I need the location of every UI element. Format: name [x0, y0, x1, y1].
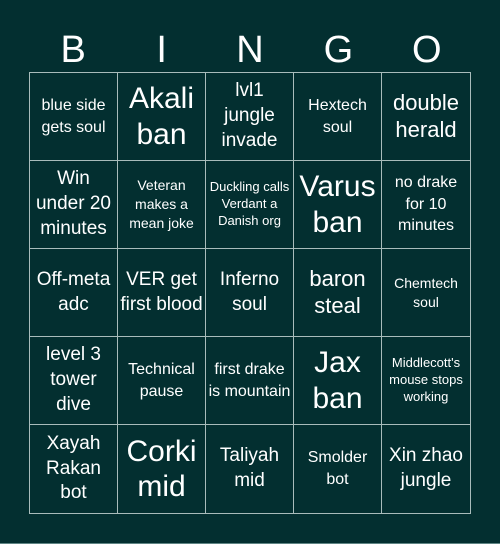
bingo-cell[interactable]: Veteran makes a mean joke: [118, 161, 206, 249]
cell-text: Chemtech soul: [394, 274, 458, 310]
cell-text: Veteran makes a mean joke: [129, 177, 194, 231]
cell-text: blue side gets soul: [41, 96, 106, 136]
cell-text: Inferno soul: [219, 268, 280, 315]
cell-text: Hextech soul: [308, 96, 367, 136]
header-letter-n: N: [236, 29, 264, 71]
cell-text: no drake for 10 minutes: [394, 174, 458, 235]
cell-text: Smolder bot: [307, 449, 368, 488]
bingo-cell[interactable]: Xin zhao jungle: [382, 425, 470, 513]
bingo-cell[interactable]: Varus ban: [294, 161, 382, 249]
bingo-cell[interactable]: baron steal: [294, 249, 382, 337]
bingo-cell[interactable]: Corki mid: [118, 425, 206, 513]
bingo-cell[interactable]: level 3 tower dive: [30, 337, 118, 425]
bingo-cell[interactable]: Technical pause: [118, 337, 206, 425]
cell-text: Corki mid: [126, 434, 197, 503]
bingo-cell[interactable]: Middlecott's mouse stops working: [382, 337, 470, 425]
bingo-cell[interactable]: Win under 20 minutes: [30, 161, 118, 249]
cell-text: double herald: [392, 90, 460, 142]
bingo-cell[interactable]: no drake for 10 minutes: [382, 161, 470, 249]
bingo-cell[interactable]: VER get first blood: [118, 249, 206, 337]
cell-text: Win under 20 minutes: [35, 168, 111, 239]
cell-text: Akali ban: [128, 82, 195, 151]
cell-text: Duckling calls Verdant a Danish org: [209, 179, 290, 228]
bingo-cell[interactable]: Chemtech soul: [382, 249, 470, 337]
bingo-cell[interactable]: Hextech soul: [294, 73, 382, 161]
cell-text: Middlecott's mouse stops working: [389, 355, 463, 404]
bingo-cell[interactable]: Smolder bot: [294, 425, 382, 513]
cell-text: Varus ban: [299, 170, 376, 239]
cell-text: lvl1 jungle invade: [221, 80, 278, 151]
cell-text: Off-meta adc: [36, 268, 111, 315]
bingo-cell[interactable]: Duckling calls Verdant a Danish org: [206, 161, 294, 249]
bingo-cell[interactable]: Inferno soul: [206, 249, 294, 337]
header-letter-g: G: [323, 29, 354, 71]
bingo-cell[interactable]: Off-meta adc: [30, 249, 118, 337]
bingo-cell[interactable]: Taliyah mid: [206, 425, 294, 513]
cell-text: Technical pause: [128, 360, 195, 400]
bingo-cell[interactable]: blue side gets soul: [30, 73, 118, 161]
bingo-cell[interactable]: lvl1 jungle invade: [206, 73, 294, 161]
cell-text: level 3 tower dive: [46, 344, 101, 415]
bingo-cell[interactable]: Akali ban: [118, 73, 206, 161]
cell-text: first drake is mountain: [208, 360, 291, 400]
header-letter-b: B: [60, 29, 86, 71]
bingo-board: blue side gets soul Akali ban lvl1 jungl…: [29, 72, 471, 514]
bingo-cell[interactable]: first drake is mountain: [206, 337, 294, 425]
cell-text: Xayah Rakan bot: [46, 432, 101, 504]
bingo-cell[interactable]: Jax ban: [294, 337, 382, 425]
cell-text: baron steal: [309, 266, 366, 318]
bingo-cell[interactable]: Xayah Rakan bot: [30, 425, 118, 513]
cell-text: Taliyah mid: [219, 445, 280, 491]
cell-text: Jax ban: [312, 346, 363, 415]
bingo-cell[interactable]: double herald: [382, 73, 470, 161]
header-letter-o: O: [412, 29, 442, 71]
cell-text: Xin zhao jungle: [389, 445, 463, 491]
cell-text: VER get first blood: [120, 268, 203, 315]
bingo-header: B I N G O: [29, 28, 471, 72]
header-letter-i: I: [156, 29, 167, 71]
